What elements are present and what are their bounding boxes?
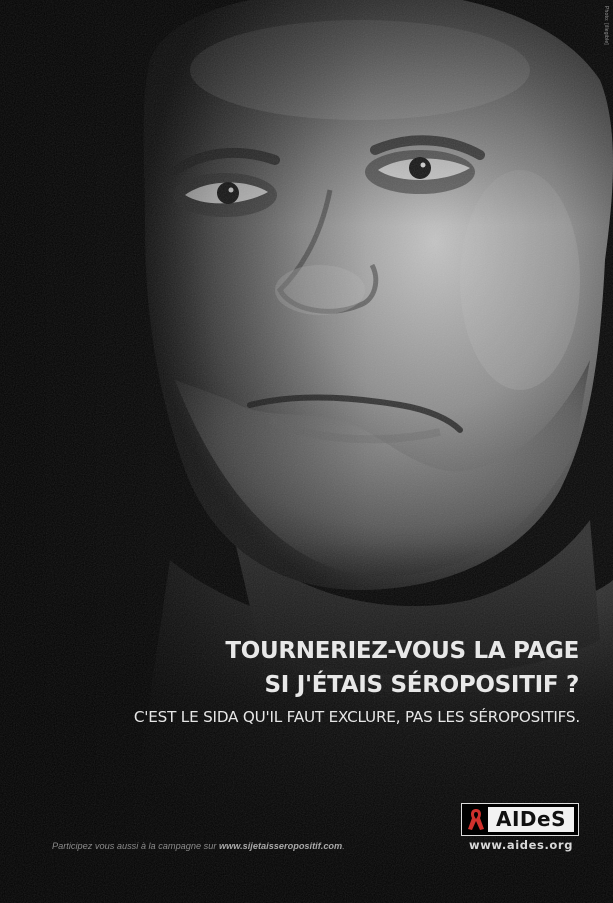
campaign-suffix: . [342,841,345,851]
campaign-url[interactable]: www.sijetaisseropositif.com [219,841,342,851]
aides-logo: AIDeS [461,803,579,836]
headline-line-2: SI J'ÉTAIS SÉROPOSITIF ? [264,672,580,698]
tagline: C'EST LE SIDA QU'IL FAUT EXCLURE, PAS LE… [133,708,580,726]
organization-url[interactable]: www.aides.org [462,838,580,852]
campaign-invitation: Participez vous aussi à la campagne sur … [52,841,345,851]
logo-wordmark: AIDeS [488,807,574,832]
red-ribbon-icon [468,809,484,830]
headline-line-1: TOURNERIEZ-VOUS LA PAGE [225,638,579,664]
photo-credit: Photo: [illegible] [603,6,609,45]
headline: TOURNERIEZ-VOUS LA PAGE SI J'ÉTAIS SÉROP… [19,634,579,702]
poster: Photo: [illegible] TOURNERIEZ-VOUS LA PA… [0,0,613,903]
campaign-text: Participez vous aussi à la campagne sur [52,841,219,851]
portrait-photo [0,0,613,903]
